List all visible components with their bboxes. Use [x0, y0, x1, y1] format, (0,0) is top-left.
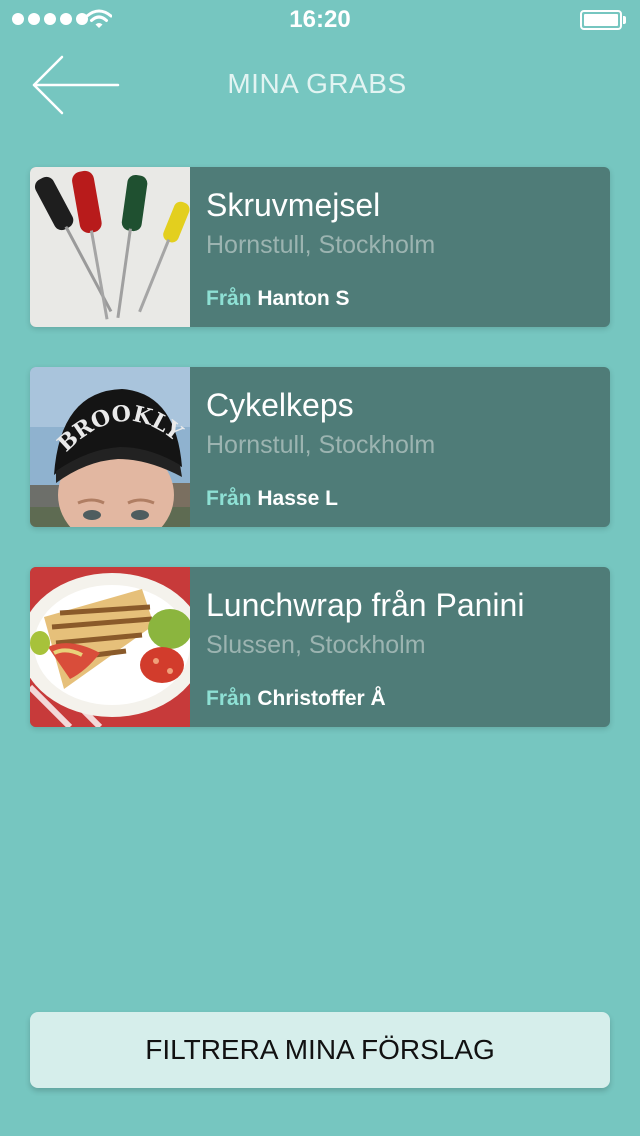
grab-title: Skruvmejsel	[206, 187, 381, 223]
grab-card-skruvmejsel[interactable]: Skruvmejsel Hornstull, Stockholm Från Ha…	[30, 167, 610, 327]
status-bar: 16:20	[0, 0, 640, 40]
lunch-wrap-photo	[30, 567, 190, 727]
grab-card-cykelkeps[interactable]: BROOKLYN Cykelkeps Hornstull, Stockholm …	[30, 367, 610, 527]
filter-suggestions-button[interactable]: FILTRERA MINA FÖRSLAG	[30, 1012, 610, 1088]
from-label: Från	[206, 487, 252, 510]
from-label: Från	[206, 287, 252, 310]
from-name: Hasse L	[257, 487, 338, 510]
grab-location: Hornstull, Stockholm	[206, 231, 436, 259]
grab-card-lunchwrap[interactable]: Lunchwrap från Panini Slussen, Stockholm…	[30, 567, 610, 727]
grab-location: Hornstull, Stockholm	[206, 431, 436, 459]
screwdrivers-photo	[30, 167, 190, 327]
battery-icon	[580, 10, 626, 30]
page-title: MINA GRABS	[227, 68, 407, 99]
from-name: Hanton S	[257, 287, 350, 310]
from-label: Från	[206, 687, 252, 710]
brooklyn-cap-photo: BROOKLYN	[30, 367, 190, 527]
grab-from: Från Christoffer Å	[206, 687, 386, 711]
from-name: Christoffer Å	[257, 687, 386, 710]
grab-title: Lunchwrap från Panini	[206, 587, 525, 623]
status-time: 16:20	[289, 6, 351, 33]
grab-title: Cykelkeps	[206, 387, 354, 423]
grab-location: Slussen, Stockholm	[206, 631, 426, 659]
grab-from: Från Hasse L	[206, 487, 338, 511]
grab-from: Från Hanton S	[206, 287, 350, 311]
